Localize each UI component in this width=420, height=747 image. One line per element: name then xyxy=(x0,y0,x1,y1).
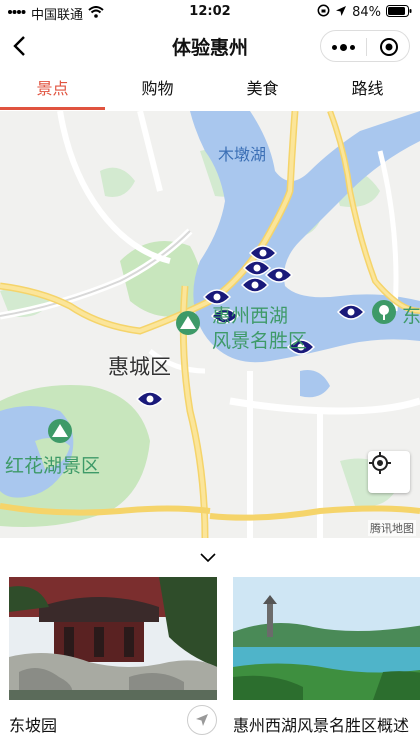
map-label-district: 惠城区 xyxy=(108,355,171,379)
spot-name: 东坡园 xyxy=(9,716,58,735)
tab-shopping[interactable]: 购物 xyxy=(105,70,210,110)
spot-card[interactable]: 惠州西湖风景名胜区概述 xyxy=(233,577,420,736)
spot-photo xyxy=(233,577,420,700)
dot-icon xyxy=(340,43,347,51)
battery-percent: 84% xyxy=(352,5,381,20)
battery-icon xyxy=(386,4,412,21)
park-poi-icon[interactable] xyxy=(372,300,396,324)
nav-bar: 体验惠州 xyxy=(0,24,420,68)
rotation-lock-icon xyxy=(317,4,330,21)
map-label-lake: 木墩湖 xyxy=(218,145,267,164)
target-close-icon xyxy=(379,38,398,56)
dot-icon xyxy=(350,44,355,50)
park-poi-icon[interactable] xyxy=(48,419,72,443)
navigate-button[interactable] xyxy=(187,705,217,735)
park-poi-icon[interactable] xyxy=(176,311,200,335)
category-tabs: 景点 购物 美食 路线 xyxy=(0,70,420,110)
spot-card[interactable]: 东坡园 xyxy=(9,577,217,736)
crosshair-icon xyxy=(369,452,391,474)
dot-icon xyxy=(332,44,337,50)
map-view[interactable]: 木墩湖 惠州西湖 风景名胜区 惠城区 红花湖景区 东 腾讯地图 xyxy=(0,111,420,538)
tab-food[interactable]: 美食 xyxy=(210,70,315,110)
locate-button[interactable] xyxy=(368,451,410,493)
map-attribution: 腾讯地图 xyxy=(368,520,416,536)
map-label-west-lake-2: 风景名胜区 xyxy=(212,330,308,352)
map-label-east: 东 xyxy=(402,305,420,327)
navigation-arrow-icon xyxy=(196,714,208,726)
chevron-down-icon xyxy=(200,553,216,563)
mini-program-capsule xyxy=(320,30,410,62)
spot-photo xyxy=(9,577,217,700)
close-button[interactable] xyxy=(366,31,411,63)
spot-name: 惠州西湖风景名胜区概述 xyxy=(233,716,410,735)
spot-card-list: 东坡园 惠州西湖风景名胜区概述 xyxy=(0,577,420,747)
map-label-honghua-lake: 红花湖景区 xyxy=(5,455,101,477)
tab-routes[interactable]: 路线 xyxy=(315,70,420,110)
status-right: 84% xyxy=(317,4,412,21)
location-arrow-icon xyxy=(335,5,347,21)
collapse-button[interactable] xyxy=(196,548,220,568)
map-label-west-lake: 惠州西湖 xyxy=(212,305,289,327)
tab-scenic[interactable]: 景点 xyxy=(0,70,105,110)
more-button[interactable] xyxy=(321,31,366,63)
scenic-marker-icon[interactable] xyxy=(135,391,165,407)
status-bar: 中国联通 12:02 84% xyxy=(0,0,420,24)
